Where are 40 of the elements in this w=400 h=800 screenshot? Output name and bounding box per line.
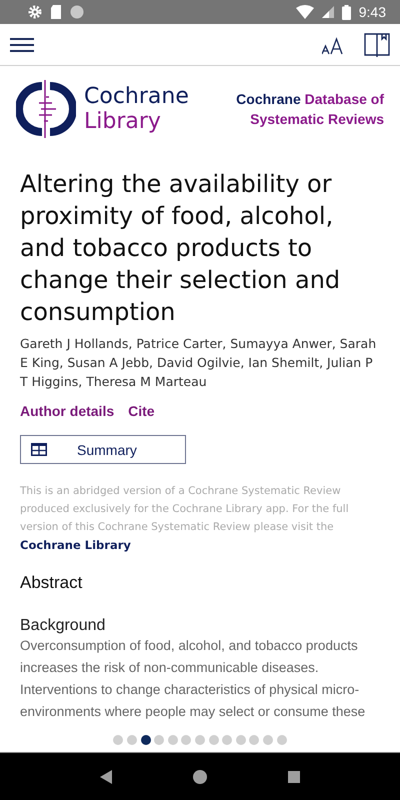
clock-time: 9:43 — [358, 4, 386, 20]
page-dot[interactable] — [140, 735, 151, 745]
menu-icon[interactable] — [10, 36, 34, 52]
signal-icon — [322, 6, 334, 18]
table-icon — [31, 443, 47, 456]
battery-icon — [342, 4, 351, 20]
logo-icon — [16, 79, 76, 139]
page-dot[interactable] — [262, 735, 273, 745]
back-icon[interactable] — [100, 770, 112, 784]
article-link[interactable]: Cite — [128, 403, 155, 419]
logo-subtitle: Library — [84, 109, 162, 134]
author-list: Gareth J Hollands, Patrice Carter, Sumayya Anwer, Sarah E King, Susan A Jebb, David Ogilvie, Ian Shemilt, Julian P T Higgins, Theresa M Marteau — [20, 334, 380, 391]
page-dot[interactable] — [181, 735, 192, 745]
overview-icon[interactable] — [288, 770, 300, 782]
page-dot[interactable] — [154, 735, 164, 745]
page-dot[interactable] — [276, 735, 287, 745]
library-link[interactable]: Cochrane Library — [20, 538, 131, 552]
circle-icon — [70, 5, 84, 19]
logo-title: Cochrane — [84, 84, 189, 109]
page-dot[interactable] — [195, 735, 205, 745]
page-dot[interactable] — [127, 735, 138, 745]
home-icon[interactable] — [192, 770, 207, 784]
summary-button[interactable]: Summary — [20, 435, 186, 464]
disclaimer-text: This is an abridged version of a Cochrane Systematic Review produced exclusively for the Cochrane Library app. For the full version of this Cochrane Systematic Review please visit the Cochrane Library — [20, 484, 350, 554]
page-dot[interactable] — [208, 735, 219, 745]
book-icon[interactable] — [364, 32, 390, 56]
page-dot[interactable] — [222, 735, 232, 745]
subheading: Background — [20, 617, 106, 635]
page-dot[interactable] — [236, 735, 246, 745]
page-dot[interactable] — [168, 735, 178, 745]
wifi-icon — [296, 5, 314, 19]
article-title: Altering the availability or proximity of food, alcohol, and tobacco products to change their selection and consumption — [20, 169, 342, 328]
body-text: Overconsumption of food, alcohol, and tobacco products increases the risk of non-communicable diseases. Interventions to change characteristics of physical micro-environments where people may select or consume these — [20, 637, 366, 721]
page-dot[interactable] — [113, 735, 124, 745]
page-dot[interactable] — [249, 735, 260, 745]
settings-icon — [28, 5, 42, 19]
journal-title: Cochrane Database of Systematic Reviews — [235, 90, 384, 129]
sd-card-icon — [50, 5, 62, 19]
article-link[interactable]: Author details — [20, 403, 114, 419]
section-heading: Abstract — [20, 573, 84, 593]
